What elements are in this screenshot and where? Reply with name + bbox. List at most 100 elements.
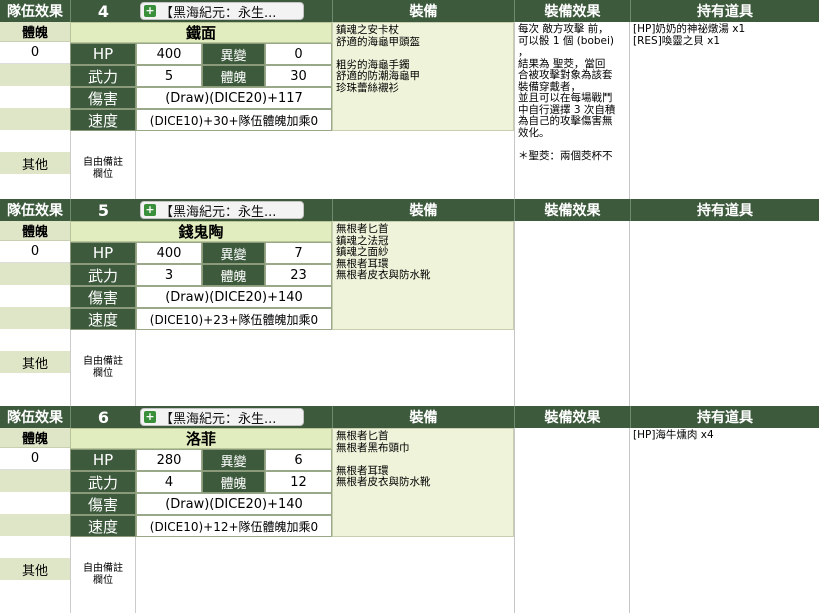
free-note-label: 自由備註 欄位 (83, 157, 123, 180)
damage-value: (Draw)(DICE20)+140 (165, 289, 303, 305)
hp-value: 400 (156, 46, 182, 62)
physique-value-cell: 0 (0, 241, 70, 263)
items-header-label: 持有道具 (697, 203, 753, 219)
speed-label: 速度 (87, 111, 118, 130)
free-note-input[interactable] (136, 537, 332, 613)
free-note-label-cell: 自由備註 欄位 (70, 330, 136, 406)
damage-value: (Draw)(DICE20)+117 (165, 90, 303, 106)
force-label: 武力 (87, 266, 118, 285)
character-select-dropdown[interactable]: + 【黑海紀元：永生... (140, 408, 304, 426)
equipment-effect-header: 裝備效果 (514, 199, 630, 221)
items-list: [HP]奶奶的神祕燉湯 x1 [RES]喚靈之貝 x1 (633, 23, 746, 47)
abnormal-label: 異變 (220, 48, 247, 64)
abnormal-value-cell: 0 (265, 43, 332, 65)
equipment-list: 鎮魂之安卡杖 舒適的海龜甲頭盔 粗劣的海龜手鐲 舒適的防潮海龜甲 珍珠蕾絲襯衫 (336, 24, 420, 94)
free-note-label: 自由備註 欄位 (83, 563, 123, 586)
plus-icon[interactable]: + (144, 411, 156, 423)
dropdown-text: 【黑海紀元：永生... (160, 5, 277, 20)
equipment-list: 無根者匕首 鎮魂之法冠 鎮魂之面紗 無根者耳環 無根者皮衣與防水靴 (336, 223, 431, 281)
damage-value-cell: (Draw)(DICE20)+117 (136, 87, 332, 109)
hp-value: 280 (156, 452, 182, 468)
character-block: 隊伍效果 6 + 【黑海紀元：永生... 裝備 裝備效果 持有道具 體魄 0 其… (0, 406, 819, 613)
items-cell (630, 221, 819, 406)
equipment-list: 無根者匕首 無根者黑布頭巾 無根者耳環 無根者皮衣與防水靴 (336, 430, 431, 488)
plus-icon[interactable]: + (144, 204, 156, 216)
damage-label-cell: 傷害 (70, 286, 136, 308)
body-label: 體魄 (220, 269, 247, 285)
team-effect-label: 隊伍效果 (7, 410, 63, 426)
physique-label-cell: 體魄 (0, 22, 70, 42)
body-label: 體魄 (220, 476, 247, 492)
left-pad-4 (0, 130, 70, 152)
equipment-header: 裝備 (332, 0, 514, 22)
abnormal-value: 7 (294, 245, 303, 261)
equipment-cell: 無根者匕首 無根者黑布頭巾 無根者耳環 無根者皮衣與防水靴 (332, 428, 514, 537)
physique-value: 0 (30, 244, 40, 259)
equipment-effect-cell: 每次 敵方攻擊 前， 可以骰 1 個 (bobei) ， 結果為 聖茭，當回 合… (514, 22, 630, 207)
other-label: 其他 (21, 356, 48, 372)
force-value-cell: 3 (136, 264, 202, 286)
free-note-label-cell: 自由備註 欄位 (70, 131, 136, 207)
other-label-cell: 其他 (0, 152, 70, 174)
hp-label-cell: HP (70, 43, 136, 65)
body-value-cell: 12 (265, 471, 332, 493)
damage-label: 傷害 (87, 89, 118, 108)
equipment-cell: 鎮魂之安卡杖 舒適的海龜甲頭盔 粗劣的海龜手鐲 舒適的防潮海龜甲 珍珠蕾絲襯衫 (332, 22, 514, 131)
hp-label: HP (92, 451, 114, 469)
character-block: 隊伍效果 5 + 【黑海紀元：永生... 裝備 裝備效果 持有道具 體魄 0 其… (0, 199, 819, 406)
left-pad-2 (0, 285, 70, 307)
force-label-cell: 武力 (70, 264, 136, 286)
character-name-cell: 錢鬼陶 (70, 221, 332, 242)
force-value-cell: 4 (136, 471, 202, 493)
damage-label-cell: 傷害 (70, 87, 136, 109)
force-label: 武力 (87, 67, 118, 86)
dropdown-cell: + 【黑海紀元：永生... (136, 406, 332, 428)
body-label-cell: 體魄 (202, 264, 265, 286)
free-note-label-cell: 自由備註 欄位 (70, 537, 136, 613)
character-number: 6 (70, 406, 136, 428)
hp-label: HP (92, 244, 114, 262)
free-note-input[interactable] (136, 131, 332, 207)
speed-value: (DICE10)+30+隊伍體魄加乘0 (149, 113, 319, 128)
dropdown-cell: + 【黑海紀元：永生... (136, 199, 332, 221)
equipment-effect-text (515, 221, 629, 225)
character-number: 4 (70, 0, 136, 22)
character-number-text: 4 (97, 1, 110, 21)
equipment-effect-cell (514, 428, 630, 613)
character-select-dropdown[interactable]: + 【黑海紀元：永生... (140, 201, 304, 219)
equipment-header-label: 裝備 (409, 203, 438, 219)
hp-value-cell: 400 (136, 43, 202, 65)
body-label: 體魄 (220, 70, 247, 86)
character-name-cell: 鐵面 (70, 22, 332, 43)
team-effect-label: 隊伍效果 (7, 4, 63, 20)
abnormal-label: 異變 (220, 454, 247, 470)
physique-label-cell: 體魄 (0, 221, 70, 241)
physique-label: 體魄 (21, 432, 48, 447)
left-pad-5 (0, 373, 70, 406)
speed-label: 速度 (87, 310, 118, 329)
character-name: 洛菲 (185, 430, 216, 448)
left-pad-3 (0, 307, 70, 329)
character-select-dropdown[interactable]: + 【黑海紀元：永生... (140, 2, 304, 20)
speed-value-cell: (DICE10)+12+隊伍體魄加乘0 (136, 515, 332, 537)
plus-icon[interactable]: + (144, 5, 156, 17)
abnormal-value-cell: 7 (265, 242, 332, 264)
free-note-input[interactable] (136, 330, 332, 406)
character-number: 5 (70, 199, 136, 221)
other-label: 其他 (21, 157, 48, 173)
body-value-cell: 23 (265, 264, 332, 286)
force-label-cell: 武力 (70, 471, 136, 493)
speed-value-cell: (DICE10)+23+隊伍體魄加乘0 (136, 308, 332, 330)
body-value: 23 (290, 267, 307, 283)
left-pad-1 (0, 263, 70, 285)
physique-label: 體魄 (21, 26, 48, 41)
speed-label-cell: 速度 (70, 308, 136, 330)
left-pad-1 (0, 470, 70, 492)
left-pad-2 (0, 492, 70, 514)
damage-label-cell: 傷害 (70, 493, 136, 515)
body-value: 30 (290, 68, 307, 84)
physique-label-cell: 體魄 (0, 428, 70, 448)
physique-value-cell: 0 (0, 448, 70, 470)
team-effect-label: 隊伍效果 (7, 203, 63, 219)
equipment-pad (332, 131, 514, 207)
